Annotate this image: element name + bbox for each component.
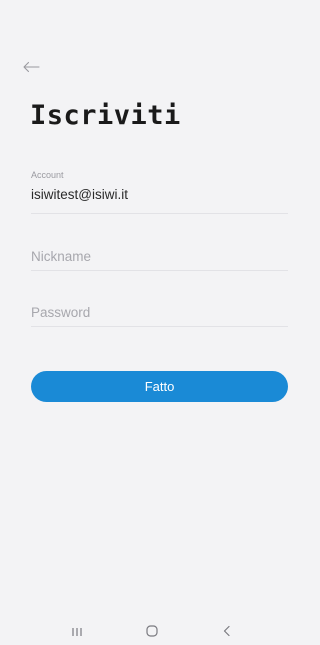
recents-button[interactable]: [57, 620, 97, 645]
signup-screen: Iscriviti Account isiwitest@isiwi.it Fat…: [0, 0, 304, 645]
nickname-field[interactable]: [31, 244, 288, 271]
account-label: Account: [31, 170, 64, 180]
recents-icon: [71, 624, 83, 642]
system-back-button[interactable]: [207, 620, 247, 645]
system-navigation-bar: [0, 620, 304, 645]
account-field[interactable]: Account isiwitest@isiwi.it: [31, 170, 288, 214]
nickname-input[interactable]: [31, 244, 288, 268]
status-bar: [0, 0, 304, 22]
back-button[interactable]: [18, 56, 44, 78]
arrow-left-icon: [22, 61, 40, 73]
home-icon: [145, 624, 159, 642]
password-input[interactable]: [31, 300, 288, 324]
account-value[interactable]: isiwitest@isiwi.it: [31, 185, 288, 205]
home-button[interactable]: [132, 620, 172, 645]
page-title: Iscriviti: [30, 100, 181, 131]
chevron-left-icon: [222, 624, 232, 642]
submit-button[interactable]: Fatto: [31, 371, 288, 402]
password-field[interactable]: [31, 300, 288, 327]
